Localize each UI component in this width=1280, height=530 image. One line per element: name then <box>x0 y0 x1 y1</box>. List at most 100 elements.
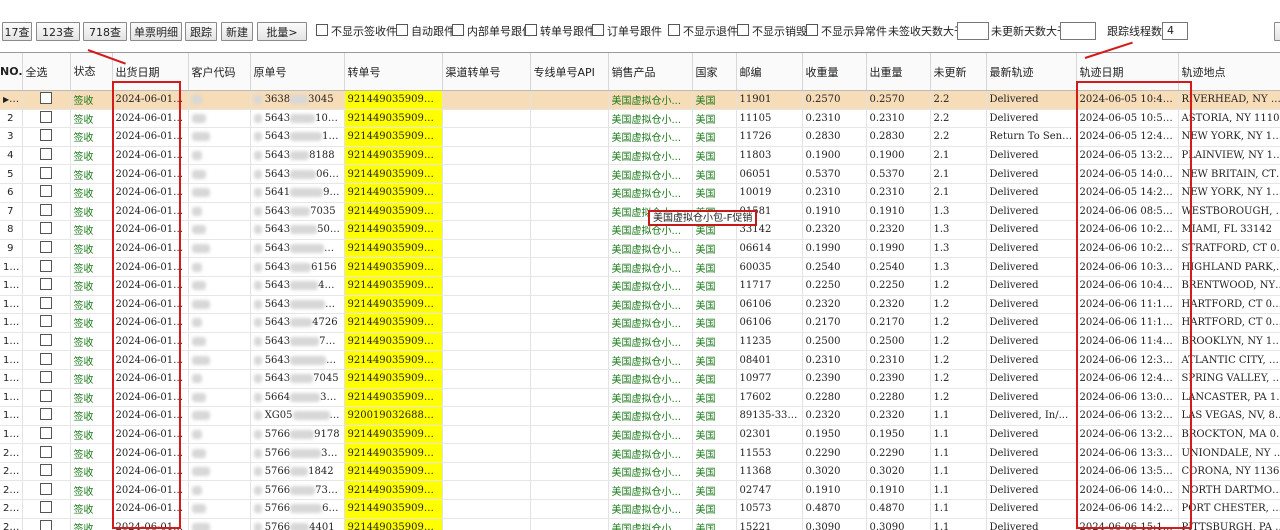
detail-button[interactable]: 单票明细 <box>130 22 182 41</box>
hide-exception-checkbox[interactable]: 不显示异常件 <box>806 24 887 40</box>
transfer-no-cell: 9214490359099211... <box>344 351 442 370</box>
col-line-no-api[interactable]: 专线单号API <box>530 53 608 91</box>
order-no-track-checkbox[interactable]: 订单号跟件 <box>592 24 662 40</box>
scroll-right-button[interactable] <box>1274 22 1280 41</box>
row-checkbox[interactable] <box>22 425 70 444</box>
row-checkbox[interactable] <box>22 388 70 407</box>
redacted-blur <box>254 151 262 160</box>
query-17-button[interactable]: 17查 <box>2 22 32 41</box>
not-updated-cell: 1.2 <box>930 276 986 295</box>
row-checkbox[interactable] <box>22 128 70 147</box>
row-checkbox[interactable] <box>22 91 70 110</box>
redacted-blur <box>254 318 262 327</box>
row-number: 20 <box>0 444 22 463</box>
track-button[interactable]: 跟踪 <box>185 22 217 41</box>
row-checkbox[interactable] <box>22 258 70 277</box>
track-place-cell: WESTBOROUGH, MA 01581 <box>1178 202 1280 221</box>
col-weight-in[interactable]: 收重量 <box>802 53 866 91</box>
row-checkbox[interactable] <box>22 407 70 426</box>
checkbox-icon <box>40 520 52 530</box>
row-checkbox[interactable] <box>22 481 70 500</box>
transfer-no-cell: 9214490359099211... <box>344 128 442 147</box>
new-button[interactable]: 新建 <box>221 22 253 41</box>
query-718-button[interactable]: 718查 <box>83 22 127 41</box>
row-checkbox[interactable] <box>22 239 70 258</box>
row-checkbox[interactable] <box>22 165 70 184</box>
row-checkbox[interactable] <box>22 146 70 165</box>
row-checkbox[interactable] <box>22 276 70 295</box>
zip-cell: 10019 <box>736 183 802 202</box>
row-checkbox[interactable] <box>22 202 70 221</box>
row-number: ▶ 1 <box>0 91 22 110</box>
original-no-cell: 57666250 <box>250 500 344 519</box>
col-track-place[interactable]: 轨迹地点 <box>1178 53 1280 91</box>
row-checkbox[interactable] <box>22 500 70 519</box>
row-checkbox[interactable] <box>22 314 70 333</box>
line-no-api-cell <box>530 91 608 110</box>
hide-returned-checkbox[interactable]: 不显示退件 <box>668 24 738 40</box>
transfer-no-track-checkbox[interactable]: 转单号跟件 <box>525 24 595 40</box>
row-checkbox[interactable] <box>22 518 70 530</box>
weight-in-cell: 0.1900 <box>802 146 866 165</box>
col-status[interactable]: 状态 <box>70 53 112 91</box>
row-checkbox[interactable] <box>22 183 70 202</box>
row-checkbox[interactable] <box>22 295 70 314</box>
redacted-blur <box>254 337 262 346</box>
not-updated-cell: 2.2 <box>930 91 986 110</box>
row-checkbox[interactable] <box>22 332 70 351</box>
col-original-no[interactable]: 原单号 <box>250 53 344 91</box>
col-transfer-no[interactable]: 转单号 <box>344 53 442 91</box>
weight-in-cell: 0.5370 <box>802 165 866 184</box>
channel-transfer-no-cell <box>442 183 530 202</box>
track-threads-input[interactable]: 4 <box>1162 22 1188 40</box>
latest-track-cell: Delivered <box>986 462 1076 481</box>
redacted-blur <box>290 449 321 458</box>
not-updated-cell: 1.1 <box>930 444 986 463</box>
channel-transfer-no-cell <box>442 202 530 221</box>
unsigned-days-input[interactable] <box>957 22 989 40</box>
country-cell: 美国 <box>692 444 736 463</box>
row-checkbox[interactable] <box>22 444 70 463</box>
redacted-blur <box>192 281 206 290</box>
weight-out-cell: 0.1950 <box>866 425 930 444</box>
row-number: 4 <box>0 146 22 165</box>
query-123-button[interactable]: 123查 <box>36 22 80 41</box>
status-cell: 签收 <box>70 314 112 333</box>
col-country[interactable]: 国家 <box>692 53 736 91</box>
row-checkbox[interactable] <box>22 221 70 240</box>
col-customer-code[interactable]: 客户代码 <box>188 53 250 91</box>
not-updated-cell: 1.2 <box>930 295 986 314</box>
redacted-blur <box>254 504 262 513</box>
batch-button[interactable]: 批量> <box>257 22 307 41</box>
col-product[interactable]: 销售产品 <box>608 53 692 91</box>
col-not-updated[interactable]: 未更新 <box>930 53 986 91</box>
product-cell: 美国虚拟仓小... <box>608 500 692 519</box>
weight-out-cell: 0.2280 <box>866 388 930 407</box>
line-no-api-cell <box>530 276 608 295</box>
channel-transfer-no-cell <box>442 146 530 165</box>
customer-code-cell <box>188 481 250 500</box>
row-checkbox[interactable] <box>22 462 70 481</box>
weight-out-cell: 0.4870 <box>866 500 930 519</box>
transfer-no-cell: 9214490359099211... <box>344 165 442 184</box>
auto-track-checkbox[interactable]: 自动跟件 <box>396 24 455 40</box>
col-zip[interactable]: 邮编 <box>736 53 802 91</box>
redacted-blur <box>290 132 322 141</box>
col-select-all[interactable]: 全选 <box>22 53 70 91</box>
not-updated-cell: 1.1 <box>930 407 986 426</box>
row-checkbox[interactable] <box>22 109 70 128</box>
row-checkbox[interactable] <box>22 369 70 388</box>
unupdated-days-input[interactable] <box>1060 22 1096 40</box>
row-checkbox[interactable] <box>22 351 70 370</box>
latest-track-cell: Delivered <box>986 239 1076 258</box>
hide-signed-checkbox[interactable]: 不显示签收件 <box>316 24 397 40</box>
col-channel-transfer-no[interactable]: 渠道转单号 <box>442 53 530 91</box>
col-latest-track[interactable]: 最新轨迹 <box>986 53 1076 91</box>
internal-no-track-checkbox[interactable]: 内部单号跟件 <box>452 24 533 40</box>
hide-destroyed-checkbox[interactable]: 不显示销毁 <box>737 24 807 40</box>
product-cell: 美国虚拟仓小... <box>608 444 692 463</box>
not-updated-cell: 1.1 <box>930 500 986 519</box>
status-cell: 签收 <box>70 165 112 184</box>
col-no[interactable]: NO. <box>0 53 22 91</box>
col-weight-out[interactable]: 出重量 <box>866 53 930 91</box>
